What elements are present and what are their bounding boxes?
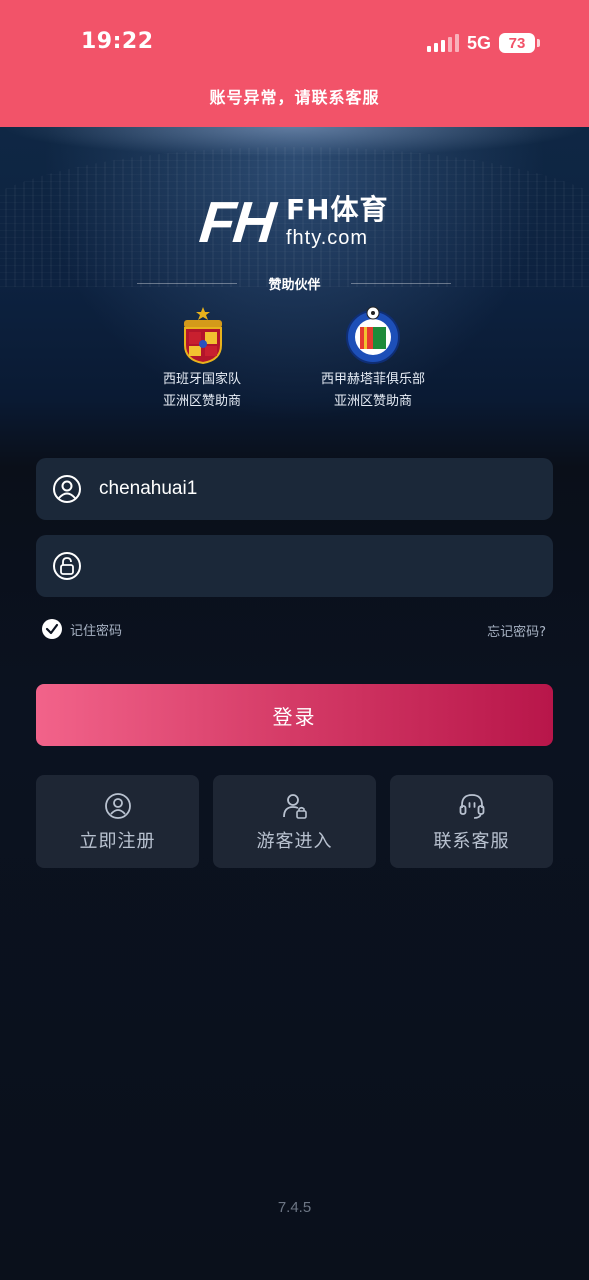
- sponsor-getafe-line2: 亚洲区赞助商: [333, 394, 412, 409]
- username-field[interactable]: [36, 458, 553, 520]
- battery-level: 73: [508, 34, 526, 52]
- brand-logo-mark: FH: [196, 190, 277, 255]
- sponsor-getafe-caption: 西甲赫塔菲俱乐部 亚洲区赞助商: [288, 369, 458, 413]
- contact-support-label: 联系客服: [433, 831, 510, 852]
- forgot-password-link[interactable]: 忘记密码?: [487, 621, 546, 640]
- user-circle-icon: [104, 793, 131, 819]
- brand-name: FH体育: [286, 193, 389, 226]
- sponsor-spain-caption: 西班牙国家队 亚洲区赞助商: [117, 369, 287, 413]
- register-label: 立即注册: [79, 831, 156, 852]
- remember-password-toggle[interactable]: 记住密码: [42, 619, 122, 639]
- remember-password-label: 记住密码: [70, 623, 123, 639]
- user-icon: [53, 475, 81, 503]
- guest-enter-label: 游客进入: [256, 831, 333, 852]
- sponsor-getafe-line1: 西甲赫塔菲俱乐部: [320, 372, 425, 387]
- alert-message[interactable]: 账号异常，请联系客服: [0, 84, 589, 108]
- register-button[interactable]: 立即注册: [36, 775, 199, 868]
- username-input[interactable]: [99, 458, 539, 520]
- sponsor-title: 赞助伙伴: [268, 278, 321, 293]
- password-input[interactable]: [99, 535, 539, 597]
- network-type: 5G: [466, 32, 491, 53]
- getafe-crest-icon: [346, 306, 400, 364]
- brand-domain: fhty.com: [286, 227, 369, 249]
- spain-crest-icon: [184, 307, 222, 365]
- status-time: 19:22: [81, 29, 154, 54]
- guest-enter-button[interactable]: 游客进入: [213, 775, 376, 868]
- check-icon[interactable]: [42, 619, 62, 639]
- password-field[interactable]: [36, 535, 553, 597]
- sponsor-spain-line2: 亚洲区赞助商: [162, 394, 241, 409]
- lock-icon: [53, 552, 81, 580]
- app-version: 7.4.5: [277, 1199, 312, 1216]
- login-button[interactable]: 登录: [36, 684, 553, 746]
- status-indicators: 5G 73: [426, 32, 540, 54]
- headset-icon: [459, 794, 484, 819]
- alert-banner: 19:22 5G 73 账号异常，请联系客服: [0, 0, 589, 127]
- guest-user-icon: [282, 794, 307, 819]
- sponsor-spain-line1: 西班牙国家队: [162, 372, 241, 387]
- stadium-hero-background: [0, 127, 589, 467]
- signal-icon: [426, 34, 459, 52]
- contact-support-button[interactable]: 联系客服: [390, 775, 553, 868]
- battery-icon: 73: [499, 33, 540, 53]
